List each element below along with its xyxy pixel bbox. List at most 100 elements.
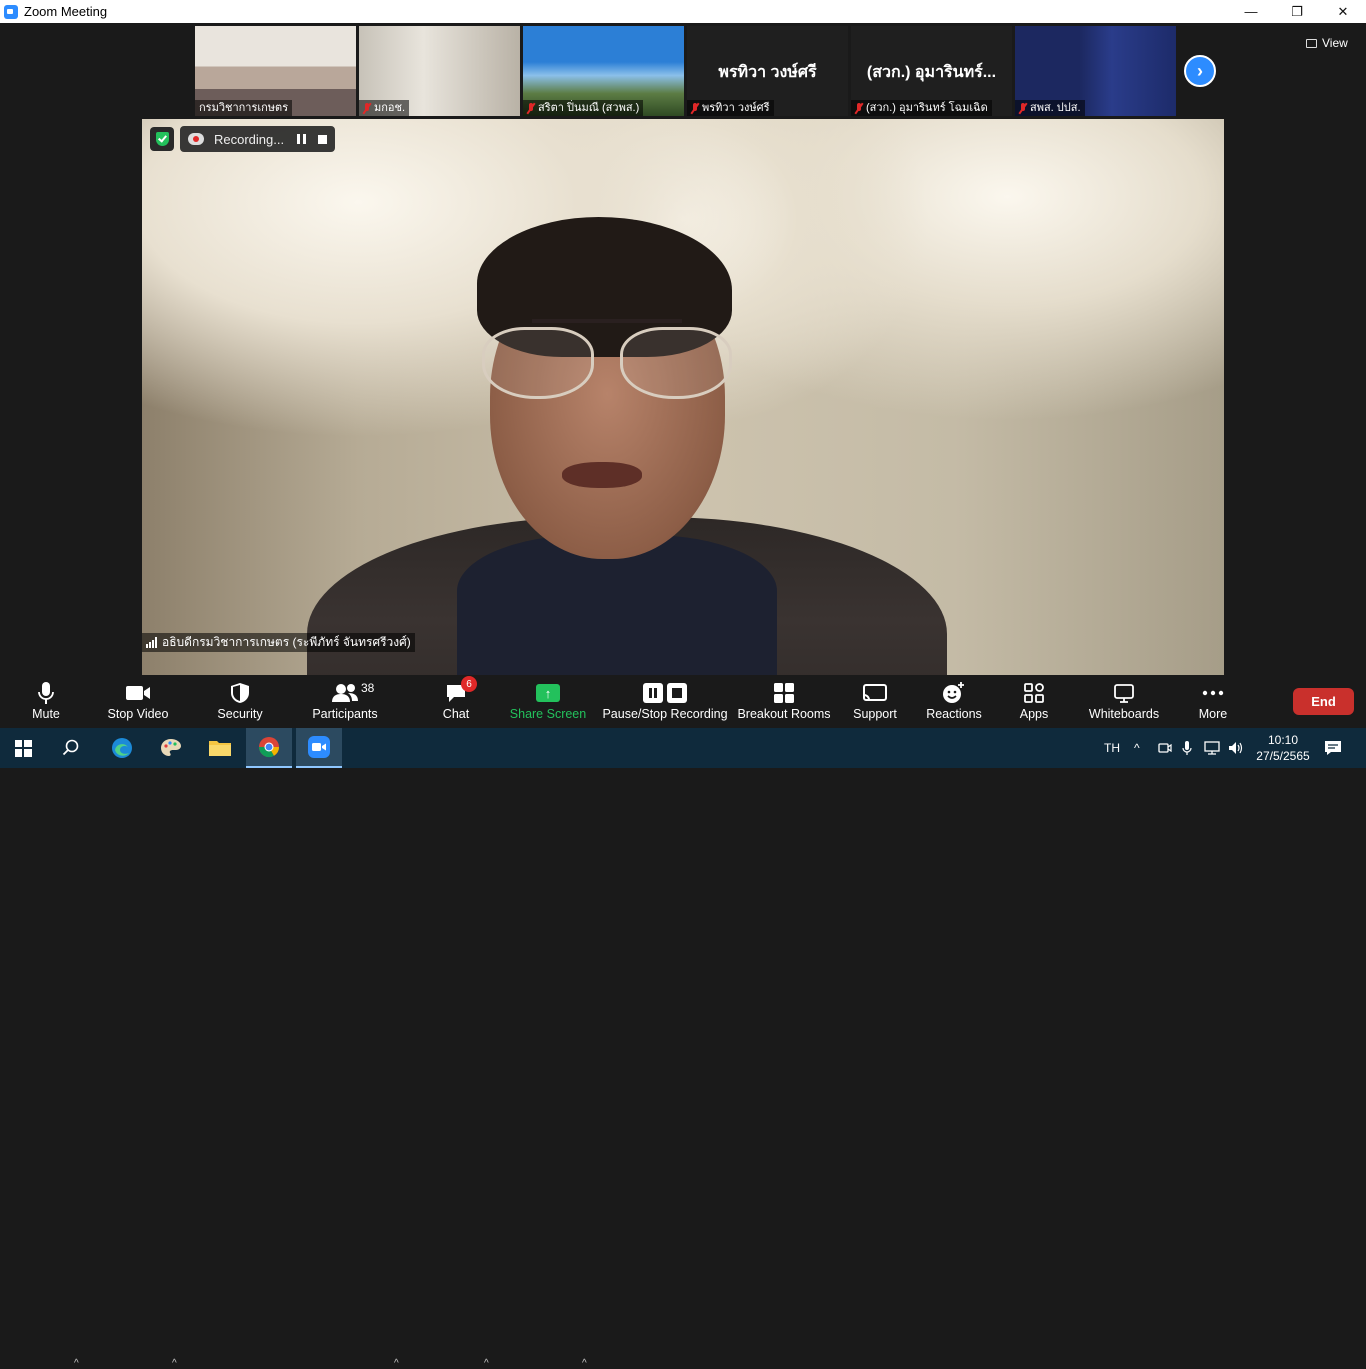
more-button[interactable]: More bbox=[1194, 675, 1232, 728]
video-options-caret[interactable]: ^ bbox=[172, 1358, 177, 1369]
view-button[interactable]: View bbox=[1306, 33, 1358, 53]
participant-name: กรมวิชาการเกษตร bbox=[199, 102, 289, 114]
language-label: TH bbox=[1104, 741, 1120, 755]
tray-volume[interactable] bbox=[1228, 728, 1244, 768]
taskbar-zoom[interactable] bbox=[296, 728, 342, 768]
gallery-strip: กรมวิชาการเกษตร มกอช. สริตา ปิ่นมณี (สวพ… bbox=[195, 26, 1176, 116]
microphone-icon bbox=[38, 679, 54, 707]
ellipsis-icon bbox=[1202, 679, 1224, 707]
taskbar-file-explorer[interactable] bbox=[197, 728, 243, 768]
smiley-icon bbox=[942, 679, 966, 707]
minimize-button[interactable]: — bbox=[1228, 0, 1274, 23]
reactions-button[interactable]: Reactions bbox=[926, 675, 982, 728]
clock-date: 27/5/2565 bbox=[1256, 749, 1310, 763]
chat-button[interactable]: 6 Chat bbox=[436, 675, 477, 728]
signal-strength-icon bbox=[146, 637, 157, 648]
pause-stop-icon bbox=[642, 679, 688, 707]
system-clock[interactable]: 10:10 27/5/2565 bbox=[1255, 732, 1311, 764]
share-screen-button[interactable]: ↑ Share Screen bbox=[510, 675, 586, 728]
participants-label: Participants bbox=[312, 707, 378, 721]
participant-thumbnail[interactable]: มกอช. bbox=[359, 26, 520, 116]
participant-name-tag: กรมวิชาการเกษตร bbox=[195, 100, 293, 116]
mic-muted-icon bbox=[1019, 102, 1027, 114]
participant-thumbnail[interactable]: สพส. ปปส. bbox=[1015, 26, 1176, 116]
chrome-browser-icon bbox=[258, 737, 280, 758]
meeting-toolbar: Mute ^ Stop Video ^ Security 38 Particip… bbox=[0, 675, 1366, 1369]
search-button[interactable] bbox=[48, 728, 94, 768]
network-icon bbox=[1204, 741, 1220, 755]
mic-muted-icon bbox=[363, 102, 371, 114]
participant-thumbnail[interactable]: (สวก.) อุมารินทร์... (สวก.) อุมารินทร์ โ… bbox=[851, 26, 1012, 116]
clock-time: 10:10 bbox=[1267, 733, 1299, 747]
stop-video-label: Stop Video bbox=[107, 707, 169, 721]
title-bar: Zoom Meeting — ❐ ✕ bbox=[0, 0, 1366, 23]
taskbar-edge[interactable] bbox=[99, 728, 145, 768]
participant-thumbnail[interactable]: พรทิวา วงษ์ศรี พรทิวา วงษ์ศรี bbox=[687, 26, 848, 116]
participant-name-tag: มกอช. bbox=[359, 100, 410, 116]
participant-name-tag: สริตา ปิ่นมณี (สวพส.) bbox=[523, 100, 644, 116]
security-label: Security bbox=[217, 707, 263, 721]
window-title: Zoom Meeting bbox=[24, 4, 108, 19]
input-language[interactable]: TH bbox=[1104, 728, 1120, 768]
active-speaker-video[interactable] bbox=[142, 119, 1224, 675]
zoom-app-icon bbox=[4, 4, 18, 19]
speaker-name: อธิบดีกรมวิชาการเกษตร (ระพีภัทร์ จันทรศร… bbox=[162, 635, 411, 649]
taskbar-chrome[interactable] bbox=[246, 728, 292, 768]
recording-box: Recording... bbox=[180, 126, 336, 152]
pause-recording-button[interactable] bbox=[294, 132, 308, 146]
tray-microphone[interactable] bbox=[1182, 728, 1192, 768]
share-screen-icon: ↑ bbox=[536, 679, 560, 707]
mute-button[interactable]: Mute bbox=[22, 675, 70, 728]
participant-thumbnail[interactable]: กรมวิชาการเกษตร bbox=[195, 26, 356, 116]
apps-button[interactable]: Apps bbox=[1014, 675, 1054, 728]
stop-video-button[interactable]: Stop Video bbox=[104, 675, 172, 728]
participant-name: (สวก.) อุมารินทร์ โฉมเฉิด bbox=[866, 102, 988, 114]
apps-icon bbox=[1023, 679, 1045, 707]
share-options-caret[interactable]: ^ bbox=[582, 1358, 587, 1369]
participants-options-caret[interactable]: ^ bbox=[394, 1358, 399, 1369]
video-camera-icon bbox=[125, 679, 151, 707]
chat-options-caret[interactable]: ^ bbox=[484, 1358, 489, 1369]
search-icon bbox=[62, 739, 79, 756]
close-button[interactable]: ✕ bbox=[1320, 0, 1366, 23]
tray-camera[interactable] bbox=[1158, 728, 1172, 768]
whiteboards-button[interactable]: Whiteboards bbox=[1088, 675, 1160, 728]
folder-icon bbox=[209, 741, 231, 756]
cloud-recording-icon bbox=[188, 133, 204, 145]
chat-unread-badge: 6 bbox=[461, 676, 477, 692]
support-button[interactable]: Support bbox=[850, 675, 900, 728]
grid-view-icon bbox=[1306, 38, 1317, 48]
end-meeting-button[interactable]: End bbox=[1293, 688, 1354, 715]
tray-network[interactable] bbox=[1204, 728, 1220, 768]
breakout-rooms-button[interactable]: Breakout Rooms bbox=[737, 675, 831, 728]
mic-muted-icon bbox=[855, 102, 863, 114]
gallery-next-button[interactable]: › bbox=[1184, 55, 1216, 87]
mute-options-caret[interactable]: ^ bbox=[74, 1358, 79, 1369]
participants-count: 38 bbox=[361, 681, 375, 695]
participant-name: สพส. ปปส. bbox=[1030, 102, 1081, 114]
apps-label: Apps bbox=[1019, 707, 1049, 721]
chevron-right-icon: › bbox=[1197, 60, 1203, 81]
taskbar-paint[interactable] bbox=[148, 728, 194, 768]
participant-display-name: (สวก.) อุมารินทร์... bbox=[866, 64, 997, 81]
restore-button[interactable]: ❐ bbox=[1274, 0, 1320, 23]
participant-thumbnail[interactable]: สริตา ปิ่นมณี (สวพส.) bbox=[523, 26, 684, 116]
breakout-rooms-icon bbox=[773, 679, 795, 707]
more-label: More bbox=[1198, 707, 1228, 721]
action-center-button[interactable] bbox=[1324, 728, 1342, 768]
security-button[interactable]: Security bbox=[212, 675, 268, 728]
participant-name: สริตา ปิ่นมณี (สวพส.) bbox=[538, 102, 640, 114]
participants-button[interactable]: 38 Participants bbox=[312, 675, 378, 728]
mic-muted-icon bbox=[527, 102, 535, 114]
participant-display-name: พรทิวา วงษ์ศรี bbox=[718, 64, 817, 81]
participants-icon: 38 bbox=[331, 679, 374, 707]
encryption-shield-icon[interactable] bbox=[150, 127, 174, 151]
stop-recording-button[interactable] bbox=[318, 134, 328, 144]
pause-stop-recording-button[interactable]: Pause/Stop Recording bbox=[602, 675, 728, 728]
support-label: Support bbox=[853, 707, 897, 721]
paint-palette-icon bbox=[161, 739, 181, 756]
participant-name-tag: สพส. ปปส. bbox=[1015, 100, 1085, 116]
start-button[interactable] bbox=[0, 728, 46, 768]
participant-name-tag: พรทิวา วงษ์ศรี bbox=[687, 100, 774, 116]
show-hidden-icons-button[interactable]: ^ bbox=[1134, 728, 1140, 768]
